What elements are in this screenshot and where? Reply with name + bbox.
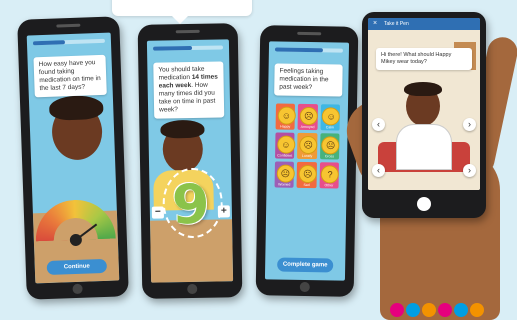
brand-dot	[438, 303, 452, 317]
question-card: Hi there! What should Happy Mikey wear t…	[376, 48, 472, 70]
feeling-tile[interactable]: ☹ Lonely	[297, 132, 318, 160]
home-button[interactable]	[72, 283, 83, 295]
phone-count: You should take medication 14 times each…	[137, 23, 243, 299]
complete-game-button[interactable]: Complete game	[277, 257, 334, 273]
phone-dress-up: × Take it Pen Hi there! What should Happy…	[362, 12, 486, 218]
speaker	[297, 31, 322, 36]
emoji-face-icon: ☹	[299, 135, 318, 155]
feeling-label: Lonely	[301, 153, 313, 159]
emoji-face-icon: ☺	[277, 106, 296, 125]
emoji-face-icon: ☹	[298, 164, 317, 184]
brand-dot	[470, 303, 484, 317]
count-number: 9	[171, 172, 211, 237]
feeling-label: Worried	[278, 182, 291, 187]
mikey-shirt	[396, 124, 452, 170]
brand-dots	[390, 303, 484, 317]
close-icon[interactable]: ×	[373, 18, 377, 30]
speech-bubble	[112, 0, 252, 24]
plus-button[interactable]: +	[217, 205, 230, 218]
question-card: How easy have you found taking medicatio…	[33, 54, 107, 98]
home-button[interactable]	[417, 197, 431, 211]
screen-dress-up: × Take it Pen Hi there! What should Happy…	[368, 18, 480, 190]
arrow-right-lower-icon[interactable]: ›	[463, 164, 476, 177]
progress-fill	[32, 40, 66, 46]
speaker	[175, 29, 200, 34]
feeling-label: Cross	[324, 154, 335, 159]
app-bar: × Take it Pen	[368, 18, 480, 30]
app-title: Take it Pen	[384, 21, 409, 27]
feeling-label: Annoyed	[300, 124, 315, 130]
feeling-tile[interactable]: ☹ Annoyed	[297, 103, 318, 131]
feeling-label: Sad	[303, 182, 310, 188]
question-card: You should take medication 14 times each…	[153, 61, 225, 119]
progress-bar	[32, 38, 105, 46]
brand-dot	[406, 303, 420, 317]
phone-easiness: How easy have you found taking medicatio…	[17, 16, 129, 300]
speaker	[56, 23, 81, 28]
question-text: How easy have you found taking medicatio…	[38, 59, 101, 93]
feelings-grid: ☺ Happy ☹ Annoyed ☺ Calm ☺ Confident ☹ Lonely ☹ Cro…	[274, 103, 341, 189]
brand-dot	[390, 303, 404, 317]
screen-easiness: How easy have you found taking medicatio…	[26, 32, 120, 284]
home-button[interactable]	[187, 283, 198, 295]
feeling-label: Happy	[280, 124, 291, 129]
mikey-hair	[404, 82, 442, 96]
progress-bar	[274, 47, 343, 53]
arrow-left-lower-icon[interactable]: ‹	[372, 164, 385, 177]
emoji-face-icon: ☹	[276, 164, 295, 183]
emoji-face-icon: ?	[320, 165, 340, 184]
brand-dot	[454, 303, 468, 317]
question-text: Hi there! What should Happy Mikey wear t…	[381, 52, 452, 65]
child-hair	[48, 94, 104, 121]
question-text: Feelings taking medication in the past w…	[279, 67, 329, 92]
feeling-tile[interactable]: ☺ Confident	[275, 132, 296, 159]
feeling-tile[interactable]: ? Other	[319, 162, 340, 189]
emoji-face-icon: ☺	[321, 107, 341, 126]
feeling-tile[interactable]: ☺ Happy	[275, 103, 296, 130]
minus-button[interactable]: −	[151, 206, 164, 219]
continue-button[interactable]: Continue	[46, 258, 108, 275]
home-button[interactable]	[299, 281, 310, 293]
arrow-right-icon[interactable]: ›	[463, 118, 476, 131]
feeling-tile[interactable]: ☹ Worried	[274, 161, 295, 188]
phone-feelings: Feelings taking medication in the past w…	[255, 25, 359, 297]
screen-feelings: Feelings taking medication in the past w…	[264, 41, 350, 281]
child-hair	[160, 119, 205, 139]
progress-fill	[274, 47, 323, 53]
feeling-label: Calm	[325, 125, 335, 130]
emoji-face-icon: ☹	[321, 136, 340, 155]
feeling-tile[interactable]: ☹ Cross	[319, 133, 340, 160]
arrow-left-icon[interactable]: ‹	[372, 118, 385, 131]
feeling-label: Confident	[277, 153, 293, 158]
feeling-tile[interactable]: ☹ Sad	[296, 161, 317, 189]
feeling-label: Other	[324, 183, 334, 188]
screen-count: You should take medication 14 times each…	[146, 39, 234, 283]
brand-dot	[422, 303, 436, 317]
emoji-face-icon: ☺	[276, 135, 296, 154]
progress-fill	[152, 45, 192, 51]
progress-bar	[152, 45, 224, 51]
emoji-face-icon: ☹	[299, 106, 318, 126]
feeling-tile[interactable]: ☺ Calm	[320, 104, 341, 131]
question-card: Feelings taking medication in the past w…	[274, 63, 343, 97]
